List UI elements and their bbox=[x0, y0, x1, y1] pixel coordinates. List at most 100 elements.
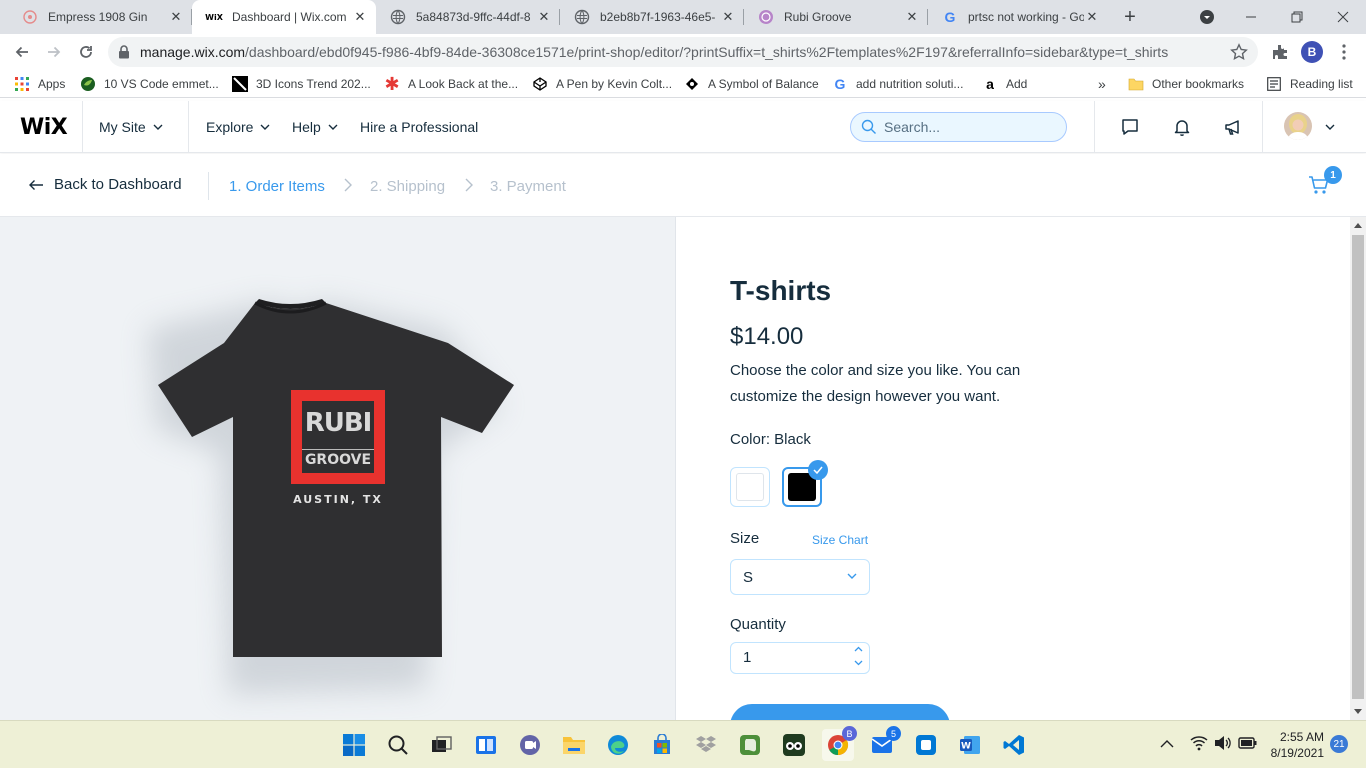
lock-icon[interactable] bbox=[118, 45, 130, 59]
close-tab-icon[interactable]: ✕ bbox=[536, 9, 552, 25]
widgets-button[interactable] bbox=[470, 729, 502, 761]
close-tab-icon[interactable]: ✕ bbox=[352, 9, 368, 25]
search-icon bbox=[861, 119, 876, 134]
folder-icon bbox=[1128, 76, 1144, 92]
teams-chat-button[interactable] bbox=[514, 729, 546, 761]
restore-button[interactable] bbox=[1274, 0, 1320, 34]
start-button[interactable] bbox=[338, 729, 370, 761]
bookmark-add[interactable]: a Add bbox=[982, 74, 1027, 94]
tshirt-mockup bbox=[148, 299, 514, 695]
snipping-tool-button[interactable] bbox=[910, 729, 942, 761]
store-button[interactable] bbox=[646, 729, 678, 761]
back-button[interactable] bbox=[8, 38, 36, 66]
bookmark-nutrition[interactable]: G add nutrition soluti... bbox=[832, 74, 964, 94]
system-clock[interactable]: 2:55 AM 8/19/2021 bbox=[1264, 729, 1324, 761]
reload-button[interactable] bbox=[72, 38, 100, 66]
owl-icon bbox=[783, 734, 805, 756]
messages-button[interactable] bbox=[1118, 115, 1142, 139]
bookmark-star-button[interactable] bbox=[1230, 43, 1248, 61]
color-swatch-white[interactable] bbox=[730, 467, 770, 507]
browser-tab-b2eb8b7f[interactable]: b2eb8b7f-1963-46e5- ✕ bbox=[560, 0, 744, 34]
chevron-up-icon[interactable] bbox=[854, 646, 863, 652]
bookmark-look-back[interactable]: ✱ A Look Back at the... bbox=[384, 74, 518, 94]
account-menu-chevron[interactable] bbox=[1318, 115, 1342, 139]
chevron-up-icon[interactable] bbox=[1160, 739, 1174, 749]
color-label: Color: Black bbox=[730, 431, 811, 448]
close-tab-icon[interactable]: ✕ bbox=[1084, 9, 1100, 25]
other-bookmarks[interactable]: Other bookmarks bbox=[1128, 74, 1244, 94]
bell-icon bbox=[1174, 120, 1190, 137]
search-input[interactable] bbox=[884, 119, 1054, 135]
profile-button[interactable]: B bbox=[1298, 38, 1326, 66]
forward-button[interactable] bbox=[40, 38, 68, 66]
announcements-button[interactable] bbox=[1221, 115, 1245, 139]
quantity-input[interactable] bbox=[743, 649, 843, 666]
chat-icon bbox=[520, 735, 540, 755]
bookmarks-overflow-button[interactable]: » bbox=[1098, 74, 1106, 94]
quantity-stepper[interactable] bbox=[730, 642, 870, 674]
word-button[interactable]: W bbox=[954, 729, 986, 761]
mail-button[interactable]: 5 bbox=[866, 726, 901, 761]
add-to-cart-button[interactable]: Add to Cart bbox=[730, 704, 950, 720]
my-site-menu[interactable]: My Site bbox=[99, 101, 163, 153]
reading-list[interactable]: Reading list bbox=[1266, 74, 1353, 94]
scrollbar-thumb[interactable] bbox=[1352, 235, 1364, 699]
explore-menu[interactable]: Explore bbox=[206, 101, 270, 153]
hire-professional-link[interactable]: Hire a Professional bbox=[360, 101, 478, 153]
browser-tab-rubi-groove[interactable]: Rubi Groove ✕ bbox=[744, 0, 928, 34]
bookmarks-bar: Apps 10 VS Code emmet... 3D Icons Trend … bbox=[0, 70, 1366, 98]
page-scrollbar[interactable] bbox=[1350, 217, 1366, 720]
notification-badge[interactable]: 21 bbox=[1330, 735, 1348, 753]
wifi-icon[interactable] bbox=[1190, 735, 1208, 751]
help-menu[interactable]: Help bbox=[292, 101, 338, 153]
widgets-icon bbox=[476, 736, 496, 754]
chevron-down-icon bbox=[260, 124, 270, 130]
vscode-button[interactable] bbox=[998, 729, 1030, 761]
file-explorer-button[interactable] bbox=[558, 729, 590, 761]
bookmark-pen-kevin[interactable]: A Pen by Kevin Colt... bbox=[532, 74, 672, 94]
selected-check-icon bbox=[808, 460, 828, 480]
tripadvisor-button[interactable] bbox=[778, 729, 810, 761]
windows-logo-icon bbox=[343, 734, 365, 756]
minimize-button[interactable] bbox=[1228, 0, 1274, 34]
extensions-button[interactable] bbox=[1266, 38, 1294, 66]
url-text[interactable]: manage.wix.com/dashboard/ebd0f945-f986-4… bbox=[140, 44, 1220, 60]
browser-tab-wix-dashboard[interactable]: WiX Dashboard | Wix.com ✕ bbox=[192, 0, 376, 34]
evernote-button[interactable] bbox=[734, 729, 766, 761]
browser-tab-5a84873d[interactable]: 5a84873d-9ffc-44df-8 ✕ bbox=[376, 0, 560, 34]
close-window-button[interactable] bbox=[1320, 0, 1366, 34]
user-avatar[interactable] bbox=[1284, 112, 1312, 140]
battery-icon[interactable] bbox=[1238, 735, 1258, 751]
bookmark-symbol-balance[interactable]: A Symbol of Balance bbox=[684, 74, 819, 94]
chrome-taskbar-button[interactable]: B bbox=[822, 726, 857, 761]
wix-logo[interactable]: WiX bbox=[20, 115, 68, 140]
close-tab-icon[interactable]: ✕ bbox=[904, 9, 920, 25]
tab-search-button[interactable] bbox=[1184, 0, 1230, 34]
chrome-menu-button[interactable] bbox=[1330, 38, 1358, 66]
notifications-button[interactable] bbox=[1170, 115, 1194, 139]
close-tab-icon[interactable]: ✕ bbox=[168, 9, 184, 25]
new-tab-button[interactable]: + bbox=[1118, 5, 1142, 29]
browser-tab-empress[interactable]: Empress 1908 Gin ✕ bbox=[8, 0, 192, 34]
step-order-items[interactable]: 1. Order Items bbox=[229, 178, 325, 195]
chevron-down-icon[interactable] bbox=[854, 660, 863, 666]
edge-button[interactable] bbox=[602, 729, 634, 761]
size-dropdown[interactable]: S bbox=[730, 559, 870, 595]
wix-search[interactable] bbox=[850, 112, 1067, 142]
volume-icon[interactable] bbox=[1214, 735, 1232, 751]
tab-title: Empress 1908 Gin bbox=[48, 10, 148, 24]
back-to-dashboard-link[interactable]: Back to Dashboard bbox=[28, 176, 182, 193]
bookmark-apps[interactable]: Apps bbox=[14, 74, 65, 94]
product-preview-area: RUBI GROOVE AUSTIN, TX bbox=[0, 217, 675, 720]
bookmark-3d-icons[interactable]: 3D Icons Trend 202... bbox=[232, 74, 371, 94]
bookmark-vs-code-emmet[interactable]: 10 VS Code emmet... bbox=[80, 74, 219, 94]
google-icon: G bbox=[834, 76, 846, 92]
search-taskbar-button[interactable] bbox=[382, 729, 414, 761]
browser-tab-prtsc[interactable]: G prtsc not working - Go ✕ bbox=[928, 0, 1108, 34]
size-chart-link[interactable]: Size Chart bbox=[812, 533, 868, 547]
dropbox-button[interactable] bbox=[690, 729, 722, 761]
mail-count-badge: 5 bbox=[886, 726, 901, 741]
address-bar[interactable]: manage.wix.com/dashboard/ebd0f945-f986-4… bbox=[108, 37, 1258, 67]
close-tab-icon[interactable]: ✕ bbox=[720, 9, 736, 25]
task-view-button[interactable] bbox=[426, 729, 458, 761]
